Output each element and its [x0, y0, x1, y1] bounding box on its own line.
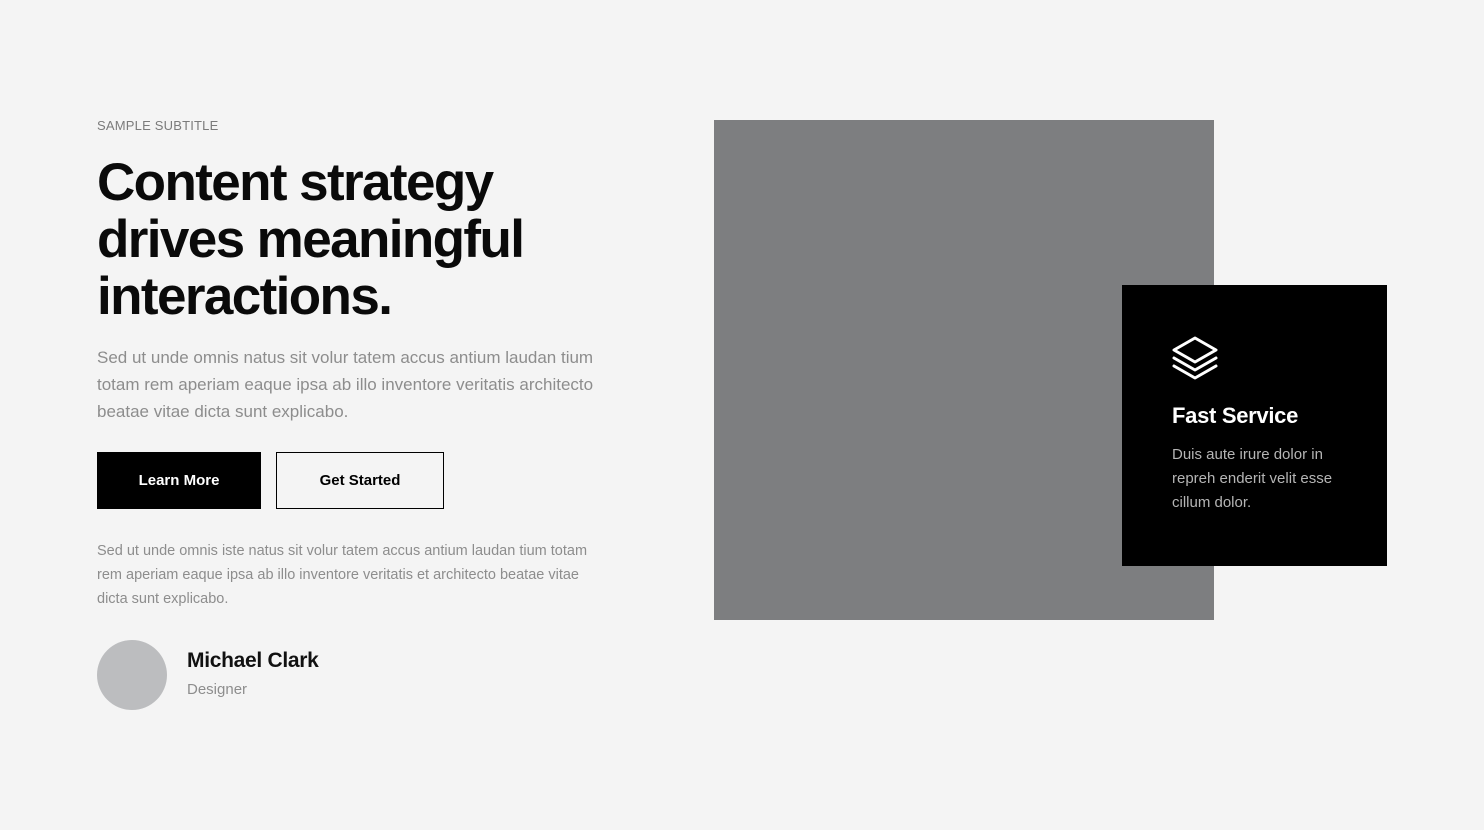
lead-paragraph: Sed ut unde omnis natus sit volur tatem … — [97, 348, 594, 421]
learn-more-button[interactable]: Learn More — [97, 452, 261, 509]
body-paragraph: Sed ut unde omnis iste natus sit volur t… — [97, 543, 588, 607]
author-role: Designer — [187, 681, 248, 698]
section-subtitle: SAMPLE SUBTITLE — [97, 118, 219, 133]
avatar — [97, 640, 167, 710]
author-name: Michael Clark — [187, 649, 319, 672]
card-description: Duis aute irure dolor in repreh enderit … — [1172, 446, 1333, 511]
layers-icon — [1172, 336, 1218, 380]
card-title: Fast Service — [1172, 403, 1299, 428]
page-title: Content strategy drives meaningful inter… — [97, 153, 525, 326]
feature-card: Fast Service Duis aute irure dolor in re… — [1122, 285, 1387, 566]
get-started-button[interactable]: Get Started — [276, 452, 444, 509]
